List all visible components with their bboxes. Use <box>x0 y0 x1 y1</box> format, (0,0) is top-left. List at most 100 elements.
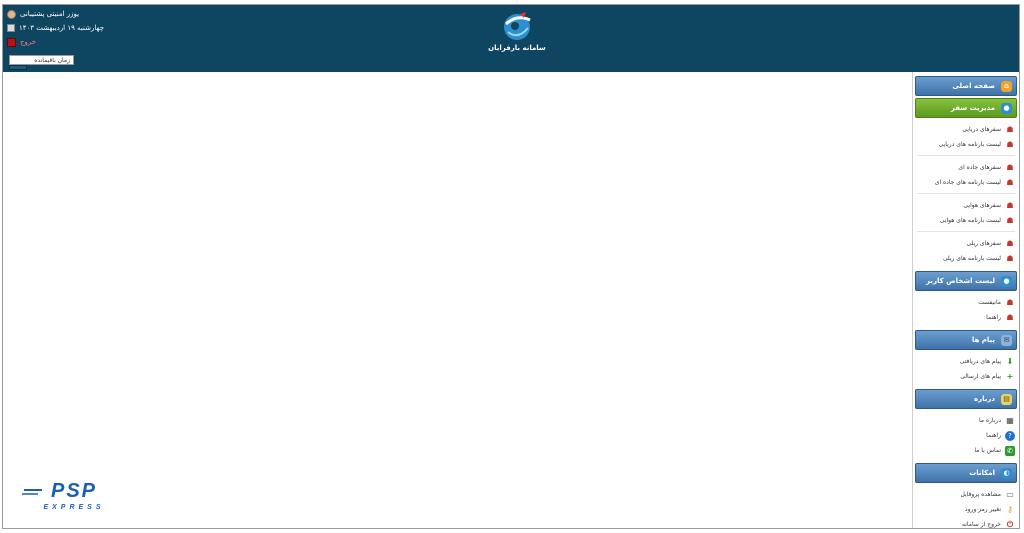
session-tab <box>9 65 27 70</box>
current-date: چهارشنبه ۱۹ اردیبهشت ۱۴۰۳ <box>19 24 105 32</box>
menu-sea-trips[interactable]: ☗ سفرهای دریایی <box>917 122 1015 137</box>
users-icon: ☗ <box>1006 125 1014 134</box>
calendar-icon <box>7 24 15 32</box>
brand-name: PSP <box>51 480 97 502</box>
menu-change-password[interactable]: ⚷ تغییر رمز ورود <box>917 502 1015 517</box>
add-icon: + <box>1006 372 1014 381</box>
menu-rail-waybills-label: لیست بارنامه های ریلی <box>942 255 1001 262</box>
nav-travel-label: مدیریت سفر <box>950 104 995 112</box>
menu-road-waybills-label: لیست بارنامه های جاده ای <box>934 179 1001 186</box>
settings-icon: ◐ <box>1001 467 1012 479</box>
nav-tools[interactable]: ◐ امکانات <box>915 463 1017 483</box>
menu-road-trips-label: سفرهای جاده ای <box>958 164 1001 171</box>
menu-sea-waybills-label: لیست بارنامه های دریایی <box>938 141 1001 148</box>
nav-messages[interactable]: ✉ پیام ها <box>915 330 1017 350</box>
messages-group: ⬇ پیام های دریافتی + پیام های ارسالی <box>917 350 1015 387</box>
user-icon <box>7 9 16 19</box>
power-icon: ⏻ <box>1006 519 1014 529</box>
mail-icon: ✉ <box>1001 334 1012 346</box>
menu-inbox-label: پیام های دریافتی <box>959 358 1001 365</box>
info-card-icon: ▤ <box>1001 393 1012 405</box>
users-icon: ☗ <box>1006 178 1014 187</box>
rail-group: ☗ سفرهای ریلی ☗ لیست بارنامه های ریلی <box>917 232 1015 269</box>
user-row: یوزر امنیتی پشتیبانی <box>7 8 127 20</box>
nav-home[interactable]: ⌂ صفحه اصلی <box>915 76 1017 96</box>
road-group: ☗ سفرهای جاده ای ☗ لیست بارنامه های جاده… <box>917 156 1015 194</box>
menu-guide-label: راهنما <box>986 314 1001 321</box>
date-row: چهارشنبه ۱۹ اردیبهشت ۱۴۰۳ <box>7 22 127 34</box>
menu-air-waybills[interactable]: ☗ لیست بارنامه های هوایی <box>917 213 1015 228</box>
app-window: یوزر امنیتی پشتیبانی چهارشنبه ۱۹ اردیبهش… <box>2 4 1020 529</box>
menu-contact-us-label: تماس با ما <box>974 447 1001 454</box>
menu-profile-label: مشاهده پروفایل <box>960 491 1001 498</box>
menu-sent-label: پیام های ارسالی <box>960 373 1001 380</box>
globe-logo-icon <box>504 12 531 40</box>
session-label: زمان باقیمانده <box>34 57 70 64</box>
nav-about-label: درباره <box>973 395 995 403</box>
nav-about[interactable]: ▤ درباره <box>915 389 1017 409</box>
menu-rail-trips-label: سفرهای ریلی <box>966 240 1001 247</box>
menu-air-waybills-label: لیست بارنامه های هوایی <box>939 217 1001 224</box>
menu-exit[interactable]: ⏻ خروج از سامانه <box>917 517 1015 529</box>
session-timer: زمان باقیمانده <box>9 55 74 65</box>
key-icon: ⚷ <box>1007 505 1013 514</box>
top-header: یوزر امنیتی پشتیبانی چهارشنبه ۱۹ اردیبهش… <box>3 5 1019 72</box>
menu-inbox[interactable]: ⬇ پیام های دریافتی <box>917 354 1015 369</box>
document-icon: ▦ <box>1006 416 1014 425</box>
users-icon: ☗ <box>1006 298 1014 307</box>
nav-travel-management[interactable]: ● مدیریت سفر <box>915 98 1017 118</box>
nav-home-label: صفحه اصلی <box>952 82 995 90</box>
nav-tools-label: امکانات <box>969 469 995 477</box>
menu-manifest[interactable]: ☗ مانیفست <box>917 295 1015 310</box>
contacts-group: ☗ مانیفست ☗ راهنما <box>917 291 1015 328</box>
globe-icon: ● <box>1001 275 1012 287</box>
menu-sent[interactable]: + پیام های ارسالی <box>917 369 1015 384</box>
profile-card-icon: ▭ <box>1006 490 1014 499</box>
sidebar-menu: ⌂ صفحه اصلی ● مدیریت سفر ☗ سفرهای دریایی… <box>912 72 1019 528</box>
logout-label: خروج <box>20 38 37 46</box>
menu-profile[interactable]: ▭ مشاهده پروفایل <box>917 487 1015 502</box>
menu-about-us[interactable]: ▦ درباره ما <box>917 413 1015 428</box>
menu-road-trips[interactable]: ☗ سفرهای جاده ای <box>917 160 1015 175</box>
brand-tagline: EXPRESS <box>43 504 104 511</box>
menu-sea-trips-label: سفرهای دریایی <box>962 126 1001 133</box>
menu-sea-waybills[interactable]: ☗ لیست بارنامه های دریایی <box>917 137 1015 152</box>
menu-guide[interactable]: ☗ راهنما <box>917 310 1015 325</box>
menu-about-us-label: درباره ما <box>978 417 1001 424</box>
app-title: سامانه بارفرایان <box>488 44 546 52</box>
about-group: ▦ درباره ما ? راهنما ✆ تماس با ما <box>917 409 1015 461</box>
users-icon: ☗ <box>1006 239 1014 248</box>
menu-contact-us[interactable]: ✆ تماس با ما <box>917 443 1015 458</box>
nav-messages-label: پیام ها <box>971 336 995 344</box>
user-name: یوزر امنیتی پشتیبانی <box>20 10 80 18</box>
menu-change-password-label: تغییر رمز ورود <box>964 506 1001 513</box>
logout-link[interactable]: خروج <box>7 36 127 48</box>
users-icon: ☗ <box>1006 254 1014 263</box>
phone-icon: ✆ <box>1005 445 1015 456</box>
tools-group: ▭ مشاهده پروفایل ⚷ تغییر رمز ورود ⏻ خروج… <box>917 483 1015 529</box>
user-info: یوزر امنیتی پشتیبانی چهارشنبه ۱۹ اردیبهش… <box>7 8 127 48</box>
nav-contacts-label: لیست اشخاص کاربر <box>926 277 995 285</box>
app-logo: سامانه بارفرایان <box>487 10 547 52</box>
users-icon: ☗ <box>1006 201 1014 210</box>
sea-group: ☗ سفرهای دریایی ☗ لیست بارنامه های دریای… <box>917 118 1015 156</box>
download-arrow-icon: ⬇ <box>1006 357 1014 366</box>
menu-road-waybills[interactable]: ☗ لیست بارنامه های جاده ای <box>917 175 1015 190</box>
help-icon: ? <box>1005 430 1015 441</box>
nav-contacts[interactable]: ● لیست اشخاص کاربر <box>915 271 1017 291</box>
air-group: ☗ سفرهای هوایی ☗ لیست بارنامه های هوایی <box>917 194 1015 232</box>
menu-air-trips[interactable]: ☗ سفرهای هوایی <box>917 198 1015 213</box>
users-icon: ☗ <box>1006 216 1014 225</box>
menu-help[interactable]: ? راهنما <box>917 428 1015 443</box>
menu-manifest-label: مانیفست <box>978 299 1001 306</box>
menu-help-label: راهنما <box>986 432 1001 439</box>
users-icon: ☗ <box>1006 163 1014 172</box>
menu-rail-trips[interactable]: ☗ سفرهای ریلی <box>917 236 1015 251</box>
menu-exit-label: خروج از سامانه <box>962 521 1001 528</box>
menu-rail-waybills[interactable]: ☗ لیست بارنامه های ریلی <box>917 251 1015 266</box>
travel-icon: ● <box>1001 102 1012 114</box>
psp-express-logo: PSP EXPRESS <box>22 480 104 511</box>
logout-icon <box>7 37 16 47</box>
users-icon: ☗ <box>1006 313 1014 322</box>
menu-air-trips-label: سفرهای هوایی <box>963 202 1001 209</box>
